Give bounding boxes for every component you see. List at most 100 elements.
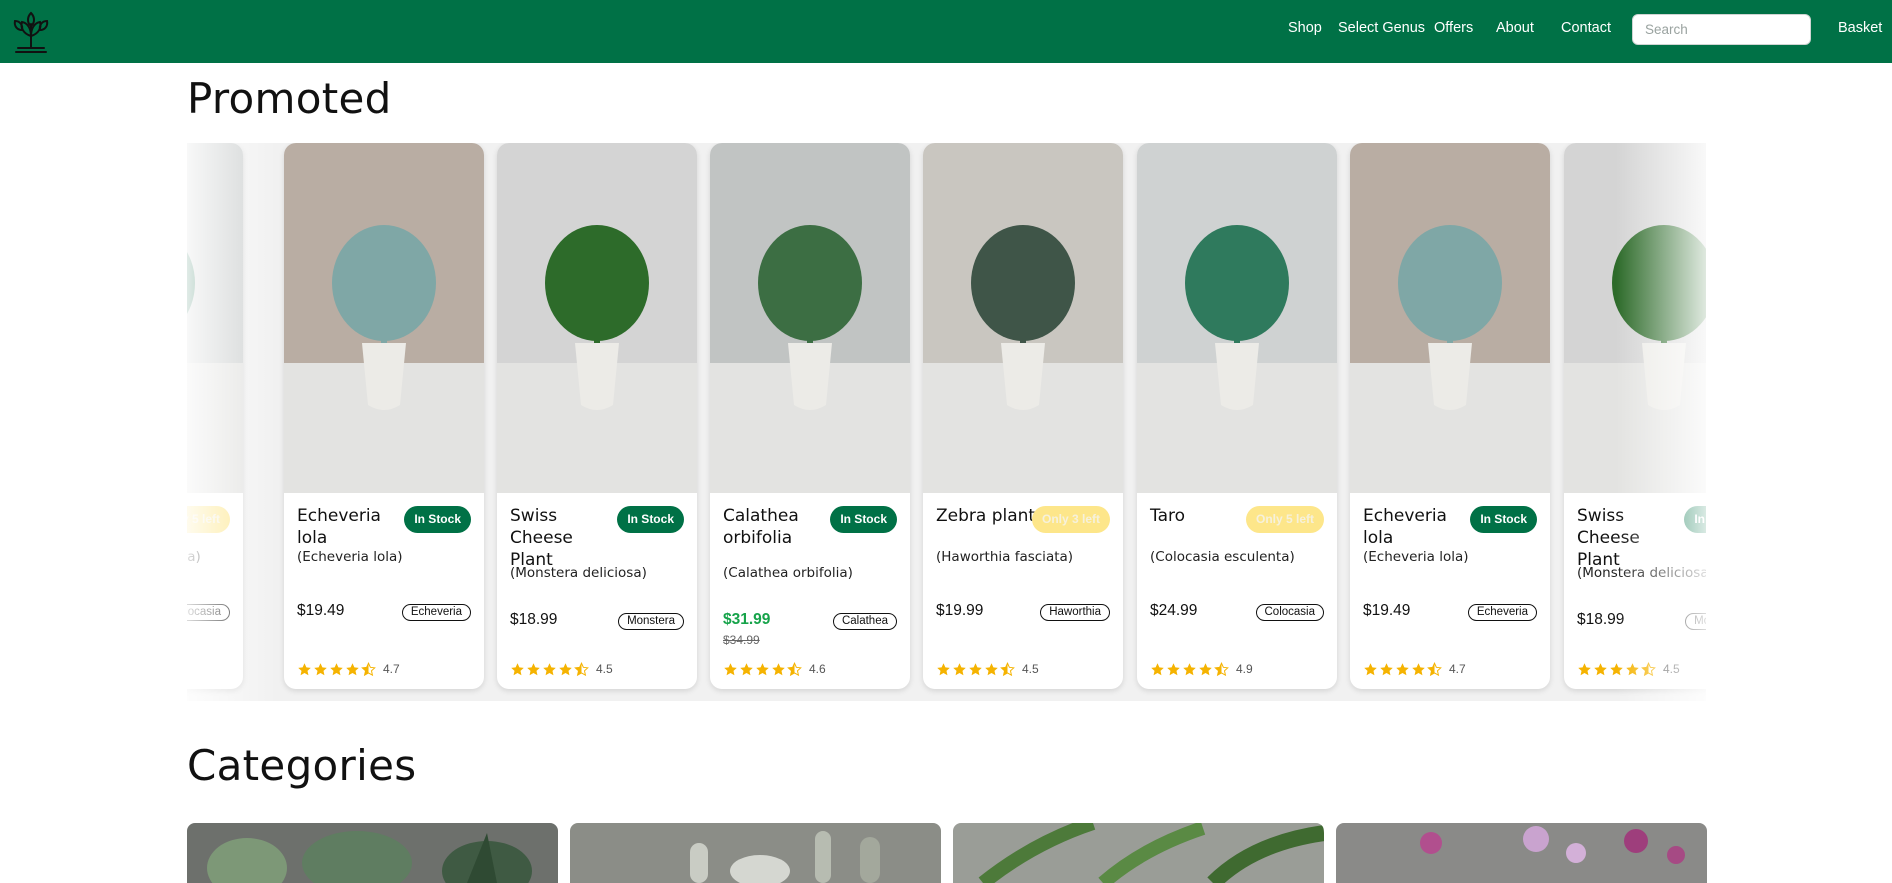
product-image[interactable] [1350,143,1550,493]
rating-stars: 4.7 [1363,661,1466,677]
stock-badge: Only 5 left [187,506,230,533]
star-icon [1641,661,1656,676]
genus-tag[interactable]: Monstera [618,613,684,630]
star-icon [953,662,966,675]
star-icon [330,662,343,675]
star-icon [1427,661,1442,676]
product-image[interactable] [187,143,243,493]
nav-contact[interactable]: Contact [1561,20,1611,36]
star-icon [724,662,737,675]
basket-link[interactable]: Basket [1838,20,1882,36]
star-icon [756,662,769,675]
product-price: $18.99 [1577,611,1625,628]
rating-value: 4.7 [1449,662,1466,676]
product-latin-name: (Calathea orbifolia) [723,565,853,581]
star-icon [1151,662,1164,675]
nav-select-genus[interactable]: Select Genus [1338,20,1425,36]
genus-tag[interactable]: Colocasia [187,604,230,621]
product-name[interactable]: Echeveria lola [1363,505,1473,549]
product-price: $19.49 [297,602,345,619]
star-icon [1000,661,1015,676]
rating-value: 4.6 [809,662,826,676]
promoted-title: Promoted [187,74,392,123]
product-name[interactable]: Swiss Cheese Plant [1577,505,1687,571]
product-name[interactable]: Swiss Cheese Plant [510,505,620,571]
star-icon [1594,662,1607,675]
product-image[interactable] [710,143,910,493]
rating-value: 4.5 [1022,662,1039,676]
genus-tag[interactable]: Calathea [832,613,897,630]
nav-about[interactable]: About [1496,20,1534,36]
category-tile-cacti[interactable] [570,823,941,883]
star-icon [969,662,982,675]
product-card[interactable]: Zebra plant Only 3 left (Haworthia fasci… [923,143,1123,689]
nav-shop[interactable]: Shop [1288,20,1322,36]
product-latin-name: (Echeveria lola) [297,549,403,565]
product-name[interactable]: Taro [1150,505,1260,527]
category-tile-ferns[interactable] [953,823,1324,883]
product-name[interactable]: Zebra plant [936,505,1046,527]
product-price: $31.99 [723,611,771,628]
star-icon [1578,662,1591,675]
star-icon [346,662,359,675]
rating-stars: 4.5 [936,661,1039,677]
product-card[interactable]: Echeveria lola In Stock (Echeveria lola)… [1350,143,1550,689]
category-tile-orchids[interactable] [1336,823,1707,883]
product-card[interactable]: Taro Only 5 left (Colocasia esculenta) $… [187,143,243,689]
genus-tag[interactable]: Echeveria [401,604,471,621]
product-card[interactable]: Swiss Cheese Plant In Stock (Monstera de… [1564,143,1706,689]
product-image[interactable] [1564,143,1706,493]
star-icon [1167,662,1180,675]
star-icon [511,662,524,675]
rating-value: 4.9 [1236,662,1253,676]
star-icon [314,662,327,675]
star-icon [740,662,753,675]
top-nav-bar: Shop Select Genus Offers About Contact B… [0,0,1892,63]
product-price: $19.49 [1363,602,1411,619]
stock-badge: Only 5 left [1245,506,1324,533]
product-latin-name: (Monstera deliciosa) [1577,565,1706,581]
product-image[interactable] [284,143,484,493]
nav-offers[interactable]: Offers [1434,20,1473,36]
stock-badge: In Stock [404,506,471,533]
plant-logo-icon[interactable] [10,8,52,56]
product-old-price: $34.99 [723,633,760,647]
genus-tag[interactable]: Haworthia [1040,604,1110,621]
promoted-carousel[interactable]: Taro Only 5 left (Colocasia esculenta) $… [187,143,1706,701]
rating-stars: 4.9 [1150,661,1253,677]
product-latin-name: (Echeveria lola) [1363,549,1469,565]
rating-stars: 4.7 [297,661,400,677]
star-icon [1610,662,1623,675]
product-card[interactable]: Taro Only 5 left (Colocasia esculenta) $… [1137,143,1337,689]
product-image[interactable] [923,143,1123,493]
star-icon [361,661,376,676]
product-latin-name: (Colocasia esculenta) [187,549,201,565]
star-icon [1199,662,1212,675]
category-image-cacti [570,823,941,883]
product-name[interactable]: Echeveria lola [297,505,407,549]
product-price: $19.99 [936,602,984,619]
star-icon [1626,662,1639,675]
search-input[interactable] [1632,14,1811,45]
category-tile-succulents[interactable] [187,823,558,883]
rating-stars: 4.6 [723,661,826,677]
genus-tag[interactable]: Colocasia [1255,604,1324,621]
category-image-orchids [1336,823,1707,883]
product-latin-name: (Colocasia esculenta) [1150,549,1295,565]
stock-badge: In Stock [1470,506,1537,533]
product-card[interactable]: Calathea orbifolia In Stock (Calathea or… [710,143,910,689]
star-icon [1183,662,1196,675]
product-image[interactable] [1137,143,1337,493]
star-icon [1214,661,1229,676]
stock-badge: In Stock [1684,506,1706,533]
genus-tag[interactable]: Monstera [1685,613,1706,630]
stock-badge: Only 3 left [1031,506,1110,533]
product-card[interactable]: Swiss Cheese Plant In Stock (Monstera de… [497,143,697,689]
product-image[interactable] [497,143,697,493]
star-icon [543,662,556,675]
product-name[interactable]: Calathea orbifolia [723,505,833,549]
product-price: $18.99 [510,611,558,628]
genus-tag[interactable]: Echeveria [1467,604,1537,621]
product-card[interactable]: Echeveria lola In Stock (Echeveria lola)… [284,143,484,689]
star-icon [937,662,950,675]
